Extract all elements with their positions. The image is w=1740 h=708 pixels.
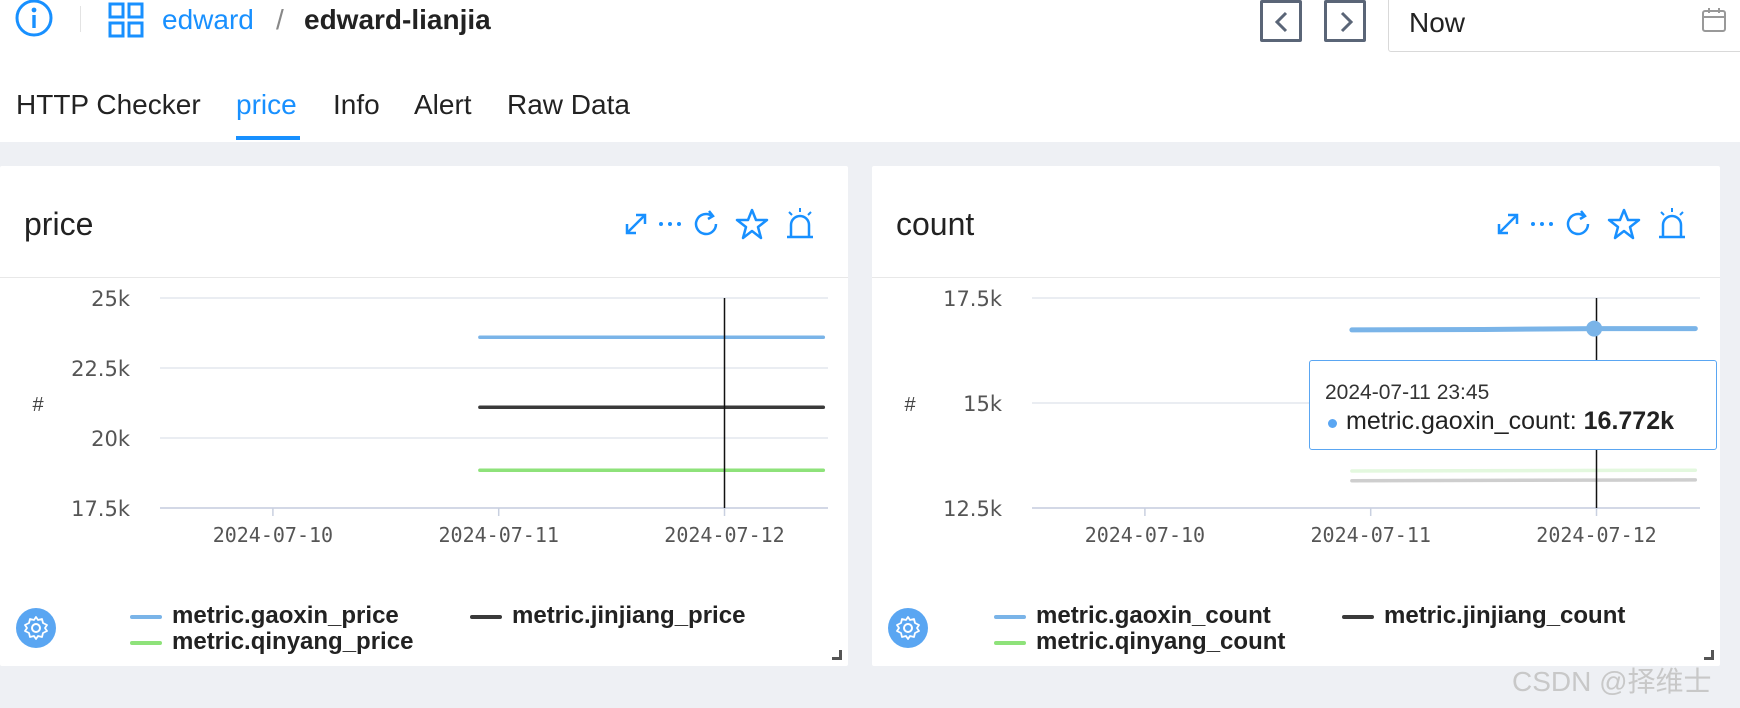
y-axis-label: # xyxy=(904,394,916,416)
y-tick-label: 17.5k xyxy=(71,497,131,521)
tab-http-checker[interactable]: HTTP Checker xyxy=(16,88,201,122)
legend-item[interactable]: metric.jinjiang_price xyxy=(512,602,745,630)
tooltip-time: 2024-07-11 23:45 xyxy=(1325,381,1490,404)
tab-alert[interactable]: Alert xyxy=(414,88,472,122)
y-tick-label: 20k xyxy=(91,427,131,451)
expand-icon[interactable] xyxy=(618,206,654,242)
more-icon[interactable] xyxy=(1524,206,1560,242)
panel-title: price xyxy=(24,206,94,242)
active-tab-indicator xyxy=(236,136,300,140)
previous-time-button[interactable] xyxy=(1260,0,1302,42)
legend-item[interactable]: metric.gaoxin_price xyxy=(172,602,399,630)
y-axis-label: # xyxy=(32,394,44,416)
x-tick-label: 2024-07-10 xyxy=(1085,523,1205,547)
alarm-icon[interactable] xyxy=(782,206,818,242)
breadcrumb-root-link[interactable]: edward xyxy=(162,2,254,38)
breadcrumb-separator: / xyxy=(276,4,284,35)
series-line xyxy=(1350,468,1698,473)
hover-point xyxy=(1586,320,1603,337)
tooltip-series-name: metric.gaoxin_count: xyxy=(1346,407,1577,435)
y-tick-label: 15k xyxy=(963,392,1003,416)
x-tick-label: 2024-07-11 xyxy=(1310,523,1430,547)
info-icon[interactable] xyxy=(14,0,54,40)
legend-item[interactable]: metric.qinyang_count xyxy=(1036,628,1285,656)
divider xyxy=(80,6,81,32)
top-bar: edward / edward-lianjia Now xyxy=(0,0,1740,62)
star-icon[interactable] xyxy=(1606,206,1642,242)
star-icon[interactable] xyxy=(734,206,770,242)
chevron-right-icon xyxy=(1340,11,1354,33)
next-time-button[interactable] xyxy=(1324,0,1366,42)
legend-swatch xyxy=(994,615,1026,619)
gear-icon xyxy=(24,616,48,640)
legend-swatch xyxy=(130,641,162,645)
page-title: edward-lianjia xyxy=(304,4,491,35)
resize-handle[interactable] xyxy=(832,650,842,660)
chart-tooltip: 2024-07-11 23:45 metric.gaoxin_count: 16… xyxy=(1309,360,1717,450)
legend-item[interactable]: metric.qinyang_price xyxy=(172,628,413,656)
gear-icon xyxy=(896,616,920,640)
y-tick-label: 25k xyxy=(91,287,131,311)
tooltip-series-dot xyxy=(1328,419,1337,428)
tooltip-value: 16.772k xyxy=(1583,407,1675,435)
panel-settings-button[interactable] xyxy=(888,608,928,648)
y-tick-label: 12.5k xyxy=(943,497,1003,521)
tab-bar: HTTP Checker price Info Alert Raw Data xyxy=(0,62,1740,142)
expand-icon[interactable] xyxy=(1490,206,1526,242)
watermark: CSDN @择维士 xyxy=(1512,666,1712,697)
legend-item[interactable]: metric.gaoxin_count xyxy=(1036,602,1271,630)
dashboard-grid-icon xyxy=(108,2,144,38)
alarm-icon[interactable] xyxy=(1654,206,1690,242)
series-line xyxy=(1350,478,1698,483)
panel-title: count xyxy=(896,206,975,242)
price-line-chart[interactable]: #25k 22.5k 20k 17.5k 2024-07-10 2024-07-11 202… xyxy=(0,278,848,578)
legend-swatch xyxy=(470,615,502,619)
tab-raw-data[interactable]: Raw Data xyxy=(507,88,630,122)
refresh-icon[interactable] xyxy=(1560,206,1596,242)
x-tick-label: 2024-07-11 xyxy=(438,523,558,547)
legend-swatch xyxy=(994,641,1026,645)
calendar-icon xyxy=(1702,8,1726,32)
chevron-left-icon xyxy=(1274,11,1288,33)
resize-handle[interactable] xyxy=(1704,650,1714,660)
y-tick-label: 22.5k xyxy=(71,357,131,381)
chart-panel-price: price #25k 22.5k 20k 17.5k 2024-07-10 2024-07… xyxy=(0,166,848,666)
panel-settings-button[interactable] xyxy=(16,608,56,648)
time-range-picker[interactable]: Now xyxy=(1388,0,1740,52)
y-tick-label: 17.5k xyxy=(943,287,1003,311)
x-tick-label: 2024-07-10 xyxy=(213,523,333,547)
legend-item[interactable]: metric.jinjiang_count xyxy=(1384,602,1625,630)
refresh-icon[interactable] xyxy=(688,206,724,242)
more-icon[interactable] xyxy=(652,206,688,242)
x-tick-label: 2024-07-12 xyxy=(664,523,784,547)
tooltip-row: metric.gaoxin_count: 16.772k xyxy=(1346,407,1674,436)
legend-swatch xyxy=(1342,615,1374,619)
tab-price[interactable]: price xyxy=(236,88,297,122)
time-range-value: Now xyxy=(1409,7,1466,38)
tab-info[interactable]: Info xyxy=(333,88,380,122)
series-line xyxy=(1349,326,1698,333)
legend-swatch xyxy=(130,615,162,619)
x-tick-label: 2024-07-12 xyxy=(1536,523,1656,547)
